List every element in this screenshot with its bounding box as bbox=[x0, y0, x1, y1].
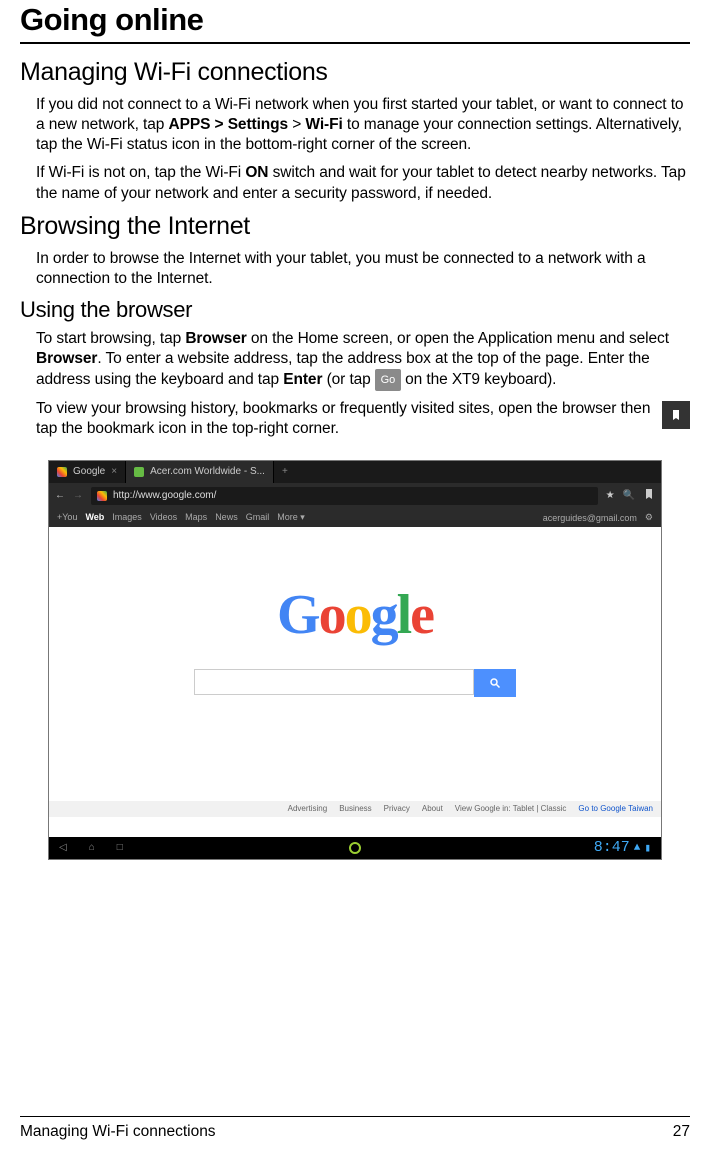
favicon-icon bbox=[57, 467, 67, 477]
home-icon[interactable]: ⌂ bbox=[89, 842, 95, 853]
favicon-icon bbox=[134, 467, 144, 477]
bookmarks-icon[interactable] bbox=[643, 488, 655, 503]
text: on the Home screen, or open the Applicat… bbox=[247, 330, 669, 347]
favicon-icon bbox=[97, 491, 107, 501]
heading-browsing: Browsing the Internet bbox=[20, 212, 690, 241]
back-icon[interactable]: ◁ bbox=[59, 842, 67, 853]
go-key-icon: Go bbox=[375, 369, 401, 391]
browser-screenshot: Google × Acer.com Worldwide - S... + ← →… bbox=[48, 460, 662, 860]
wifi-paragraph-2: If Wi-Fi is not on, tap the Wi-Fi ON swi… bbox=[36, 163, 690, 203]
gbar-link[interactable]: Gmail bbox=[246, 512, 270, 523]
footer-link[interactable]: Business bbox=[339, 804, 371, 813]
using-paragraph-2: To view your browsing history, bookmarks… bbox=[36, 399, 690, 439]
gbar-link[interactable]: Videos bbox=[150, 512, 177, 523]
gbar-link[interactable]: +You bbox=[57, 512, 77, 523]
text: If Wi-Fi is not on, tap the Wi-Fi bbox=[36, 164, 245, 181]
tab-bar: Google × Acer.com Worldwide - S... + bbox=[49, 461, 661, 483]
footer-text: View Google in: Tablet | Classic bbox=[455, 804, 567, 813]
heading-using-browser: Using the browser bbox=[20, 297, 690, 323]
footer-link[interactable]: Privacy bbox=[384, 804, 410, 813]
using-paragraph-1: To start browsing, tap Browser on the Ho… bbox=[36, 329, 690, 391]
page-content: Google Advertising Business Privacy Abou… bbox=[49, 527, 661, 817]
gbar-link[interactable]: Maps bbox=[185, 512, 207, 523]
gbar-link[interactable]: News bbox=[215, 512, 238, 523]
text: on the XT9 keyboard). bbox=[401, 371, 556, 388]
bold-text: Enter bbox=[283, 371, 322, 388]
tab-google[interactable]: Google × bbox=[49, 461, 126, 483]
page-title: Going online bbox=[20, 0, 690, 44]
url-bar: ← → http://www.google.com/ ★ 🔍 bbox=[49, 483, 661, 509]
account-email[interactable]: acerguides@gmail.com bbox=[543, 513, 637, 523]
wifi-paragraph-1: If you did not connect to a Wi-Fi networ… bbox=[36, 95, 690, 155]
star-icon[interactable]: ★ bbox=[606, 490, 615, 501]
search-button[interactable] bbox=[474, 669, 516, 697]
url-text: http://www.google.com/ bbox=[113, 490, 216, 501]
google-logo: Google bbox=[277, 583, 433, 647]
footer-section-label: Managing Wi-Fi connections bbox=[20, 1123, 216, 1141]
document-footer: Managing Wi-Fi connections 27 bbox=[20, 1116, 690, 1141]
text: To start browsing, tap bbox=[36, 330, 185, 347]
browsing-paragraph: In order to browse the Internet with you… bbox=[36, 249, 690, 289]
search-input[interactable] bbox=[194, 669, 474, 695]
close-icon[interactable]: × bbox=[111, 466, 117, 477]
page-number: 27 bbox=[673, 1123, 690, 1141]
footer-link[interactable]: About bbox=[422, 804, 443, 813]
tab-label: Google bbox=[73, 466, 105, 477]
heading-wifi: Managing Wi-Fi connections bbox=[20, 58, 690, 87]
bookmark-icon bbox=[662, 401, 690, 429]
footer-link[interactable]: Go to Google Taiwan bbox=[578, 804, 653, 813]
ring-icon[interactable] bbox=[349, 842, 361, 854]
new-tab-button[interactable]: + bbox=[274, 461, 296, 483]
tab-acer[interactable]: Acer.com Worldwide - S... bbox=[126, 461, 274, 483]
gbar-link[interactable]: More ▾ bbox=[277, 512, 305, 523]
bold-text: ON bbox=[245, 164, 268, 181]
forward-icon[interactable]: → bbox=[73, 490, 83, 501]
gbar-link[interactable]: Images bbox=[112, 512, 142, 523]
search-icon[interactable]: 🔍 bbox=[623, 490, 635, 501]
url-input[interactable]: http://www.google.com/ bbox=[91, 487, 598, 505]
gbar-link[interactable]: Web bbox=[85, 512, 104, 523]
text: (or tap bbox=[322, 371, 375, 388]
text: > bbox=[288, 116, 305, 133]
battery-icon[interactable]: ▮ bbox=[644, 841, 651, 855]
wifi-icon[interactable]: ▲ bbox=[634, 842, 641, 854]
bold-text: Wi-Fi bbox=[305, 116, 342, 133]
back-icon[interactable]: ← bbox=[55, 490, 65, 501]
footer-link[interactable]: Advertising bbox=[288, 804, 328, 813]
bold-text: Browser bbox=[36, 350, 97, 367]
system-bar: ◁ ⌂ □ 8:47 ▲ ▮ bbox=[49, 837, 661, 859]
tab-label: Acer.com Worldwide - S... bbox=[150, 466, 265, 477]
bold-text: Browser bbox=[185, 330, 246, 347]
google-footer: Advertising Business Privacy About View … bbox=[49, 801, 661, 817]
clock-text: 8:47 bbox=[594, 839, 630, 856]
google-bar: +You Web Images Videos Maps News Gmail M… bbox=[49, 509, 661, 527]
recent-apps-icon[interactable]: □ bbox=[117, 842, 123, 853]
gear-icon[interactable]: ⚙ bbox=[645, 512, 653, 523]
bold-text: APPS > Settings bbox=[169, 116, 289, 133]
